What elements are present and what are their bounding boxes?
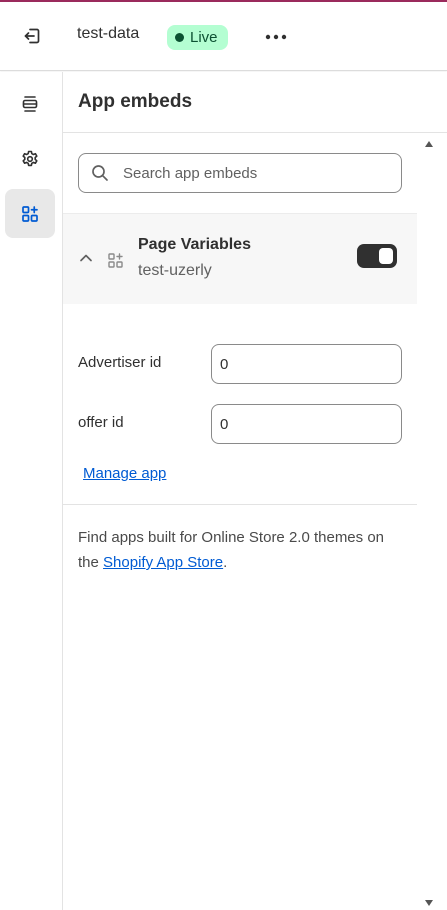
live-dot-icon <box>175 33 184 42</box>
editor-topbar: test-data Live <box>0 2 447 71</box>
theme-name: test-data <box>77 25 140 42</box>
advertiser-id-label: Advertiser id <box>78 354 162 371</box>
scroll-down-arrow-icon[interactable] <box>425 900 433 906</box>
scroll-up-arrow-icon[interactable] <box>425 141 433 147</box>
embed-subtitle: test-uzerly <box>138 262 212 279</box>
app-embed-row: Page Variables test-uzerly <box>63 213 417 304</box>
section-divider <box>63 504 417 505</box>
app-store-hint: Find apps built for Online Store 2.0 the… <box>78 525 398 575</box>
manage-app-link[interactable]: Manage app <box>83 465 166 482</box>
sidebar-item-sections[interactable] <box>5 79 55 128</box>
sections-icon <box>22 95 38 112</box>
hint-text-end: . <box>223 554 228 571</box>
more-horizontal-icon <box>265 34 287 40</box>
chevron-up-icon[interactable] <box>78 250 94 266</box>
app-embed-icon <box>22 205 38 222</box>
embed-name: Page Variables <box>138 236 251 253</box>
status-badge-label: Live <box>190 29 218 46</box>
panel-title: App embeds <box>78 91 193 112</box>
status-badge: Live <box>167 25 228 50</box>
offer-id-input[interactable] <box>211 404 402 444</box>
search-field[interactable] <box>78 153 402 193</box>
exit-button[interactable] <box>14 20 50 52</box>
app-icon <box>108 253 123 268</box>
editor-sidebar <box>0 72 63 910</box>
search-input[interactable] <box>123 164 373 182</box>
offer-id-label: offer id <box>78 414 124 431</box>
app-embeds-panel: App embeds Page Variables test-uzerly Ad… <box>63 72 447 910</box>
search-icon <box>92 165 108 181</box>
exit-icon <box>24 28 40 44</box>
header-divider <box>63 132 447 133</box>
sidebar-item-settings[interactable] <box>5 134 55 183</box>
embed-enabled-toggle[interactable] <box>357 244 397 268</box>
advertiser-id-input[interactable] <box>211 344 402 384</box>
shopify-app-store-link[interactable]: Shopify App Store <box>103 554 223 571</box>
more-actions-button[interactable] <box>260 22 292 52</box>
toggle-knob <box>379 248 393 264</box>
gear-icon <box>22 150 38 166</box>
sidebar-item-app-embeds[interactable] <box>5 189 55 238</box>
